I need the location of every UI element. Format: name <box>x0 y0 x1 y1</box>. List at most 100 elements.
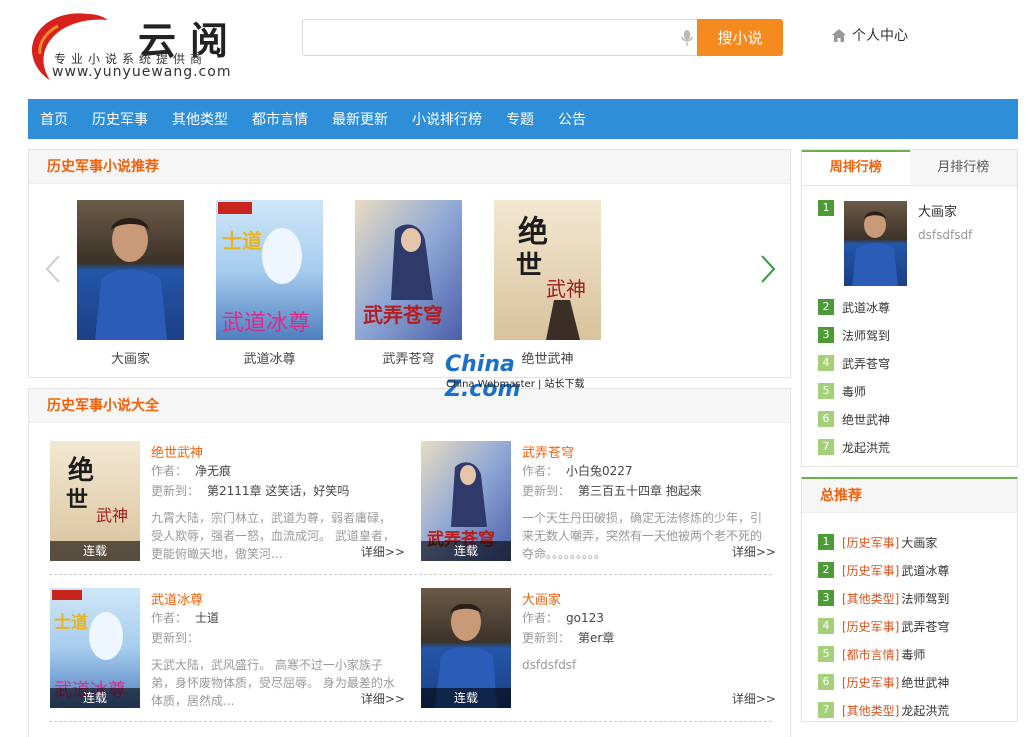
search-button[interactable]: 搜小说 <box>697 19 783 56</box>
carousel-prev-icon[interactable] <box>45 254 61 284</box>
book-author: 作者： go123 <box>522 611 604 625</box>
list-item[interactable]: 5 [都市言情] 毒师 <box>818 640 949 668</box>
list-item[interactable]: 7 [其他类型] 龙起洪荒 <box>818 696 949 724</box>
rank-title: 武弄苍穹 <box>901 619 950 634</box>
category-tag[interactable]: [历史军事] <box>842 618 899 635</box>
book-card[interactable]: 连载 大画家 作者： go123 更新到： 第er章 dsfdsfdsf 详细>> <box>421 588 776 718</box>
carousel-item-title: 大画家 <box>110 352 150 367</box>
category-tag[interactable]: [历史军事] <box>842 674 899 691</box>
rank-title: 毒师 <box>842 384 867 399</box>
carousel-next-icon[interactable] <box>760 254 776 284</box>
rank-title: 大画家 <box>901 535 938 550</box>
book-title-link[interactable]: 武道冰尊 <box>151 589 203 608</box>
book-update: 更新到： 第er章 <box>522 631 615 645</box>
book-cover-image: 绝 世 武神 <box>494 200 601 340</box>
carousel-item[interactable]: 士道 武道冰尊 武道冰尊 <box>216 200 323 367</box>
list-item[interactable]: 6 绝世武神 <box>818 405 890 433</box>
microphone-icon[interactable] <box>681 30 693 47</box>
nav-item-topics[interactable]: 专题 <box>506 109 534 129</box>
book-card[interactable]: 士道 武道冰尊 连载 武道冰尊 作者：士道 更新到： 天武大陆，武风盛行。 高寒… <box>50 588 405 718</box>
details-link[interactable]: 详细>> <box>732 543 776 560</box>
rank-number: 1 <box>818 534 834 550</box>
book-cover-image: 武弄苍穹 <box>355 200 462 340</box>
rank-number: 5 <box>818 646 834 662</box>
book-card[interactable]: 绝 世 武神 连载 绝世武神 作者： 净无痕 更新到： 第2111章 这笑话，好笑吗… <box>50 441 405 571</box>
details-link[interactable]: 详细>> <box>361 690 405 707</box>
rank-number: 2 <box>818 299 834 315</box>
nav-item-home[interactable]: 首页 <box>40 109 68 129</box>
details-link[interactable]: 详细>> <box>361 543 405 560</box>
tab-monthly[interactable]: 月排行榜 <box>909 150 1017 185</box>
book-author: 作者： 士道 <box>151 611 220 625</box>
carousel-item[interactable]: 大画家 <box>77 200 184 367</box>
category-tag[interactable]: [历史军事] <box>842 534 899 551</box>
book-update: 更新到： 第2111章 这笑话，好笑吗 <box>151 484 350 498</box>
rank-number: 3 <box>818 327 834 343</box>
nav-item-notices[interactable]: 公告 <box>558 109 586 129</box>
rank-title: 武道冰尊 <box>842 300 891 315</box>
category-tag[interactable]: [其他类型] <box>842 702 899 719</box>
nav-item-ranking[interactable]: 小说排行榜 <box>412 109 482 129</box>
nav-item-other[interactable]: 其他类型 <box>172 109 228 129</box>
user-center-link[interactable]: 个人中心 <box>832 25 908 45</box>
rank-title: 龙起洪荒 <box>901 703 950 718</box>
carousel-item-title: 武道冰尊 <box>243 352 296 367</box>
svg-text:武神: 武神 <box>96 506 128 525</box>
list-item[interactable]: 3 [其他类型] 法师驾到 <box>818 584 949 612</box>
site-logo[interactable]: 云阅 专业小说系统提供商 www.yunyuewang.com <box>28 8 268 82</box>
list-item[interactable]: 2 武道冰尊 <box>818 293 890 321</box>
svg-text:士道: 士道 <box>54 612 88 633</box>
list-item[interactable]: 1 [历史军事] 大画家 <box>818 528 949 556</box>
watermark-sub: China Webmaster | 站长下载 <box>446 379 585 390</box>
rank-title: 龙起洪荒 <box>842 440 891 455</box>
list-item[interactable]: 7 龙起洪荒 <box>818 433 890 461</box>
total-recommend-list: 1 [历史军事] 大画家 2 [历史军事] 武道冰尊 3 [其他类型] 法师驾到 4 [历史军… <box>818 528 949 724</box>
svg-text:绝: 绝 <box>518 215 548 250</box>
details-link[interactable]: 详细>> <box>732 690 776 707</box>
recommend-title: 历史军事小说推荐 <box>29 150 790 184</box>
home-icon <box>832 28 846 42</box>
list-item[interactable]: 5 毒师 <box>818 377 890 405</box>
svg-text:武神: 武神 <box>546 277 586 301</box>
status-badge: 连载 <box>421 688 511 708</box>
book-card[interactable]: 武弄苍穹 连载 武弄苍穹 作者： 小白兔0227 更新到： 第三百五十四章 抱起来 … <box>421 441 776 571</box>
tab-weekly[interactable]: 周排行榜 <box>802 150 910 185</box>
logo-url: www.yunyuewang.com <box>52 64 232 80</box>
list-item[interactable]: 4 [历史军事] 武弄苍穹 <box>818 612 949 640</box>
book-title-link[interactable]: 大画家 <box>522 589 561 608</box>
nav-item-urban[interactable]: 都市言情 <box>252 109 308 129</box>
carousel-item[interactable]: 武弄苍穹 武弄苍穹 <box>355 200 462 367</box>
rank-title: 武弄苍穹 <box>842 356 891 371</box>
nav-item-latest[interactable]: 最新更新 <box>332 109 388 129</box>
book-title-link[interactable]: 武弄苍穹 <box>522 442 574 461</box>
svg-text:武弄苍穹: 武弄苍穹 <box>363 303 443 327</box>
list-item[interactable]: 4 武弄苍穹 <box>818 349 890 377</box>
list-item[interactable]: 6 [历史军事] 绝世武神 <box>818 668 949 696</box>
svg-text:绝: 绝 <box>68 455 94 486</box>
carousel-item[interactable]: 绝 世 武神 绝世武神 <box>494 200 601 367</box>
rank-number: 3 <box>818 590 834 606</box>
rank-number: 1 <box>818 200 834 216</box>
ranking-top-title: 大画家 <box>918 205 958 220</box>
book-list-title: 历史军事小说大全 <box>29 389 790 423</box>
recommend-panel: 历史军事小说推荐 大画家 士道 武道冰尊 武道冰尊 武弄苍穹 武弄苍穹 绝 世 … <box>28 149 791 378</box>
svg-text:世: 世 <box>66 487 88 513</box>
status-badge: 连载 <box>50 541 140 561</box>
nav-item-history[interactable]: 历史军事 <box>92 109 148 129</box>
category-tag[interactable]: [历史军事] <box>842 562 899 579</box>
ranking-tabs: 周排行榜 月排行榜 <box>802 150 1017 186</box>
list-item[interactable]: 2 [历史军事] 武道冰尊 <box>818 556 949 584</box>
rank-number: 7 <box>818 439 834 455</box>
status-badge: 连载 <box>50 688 140 708</box>
search-input[interactable] <box>304 21 699 54</box>
rank-title: 法师驾到 <box>901 591 950 606</box>
divider <box>49 574 772 575</box>
category-tag[interactable]: [其他类型] <box>842 590 899 607</box>
main-nav: 首页 历史军事 其他类型 都市言情 最新更新 小说排行榜 专题 公告 <box>28 99 1018 139</box>
svg-text:武道冰尊: 武道冰尊 <box>222 311 310 336</box>
book-title-link[interactable]: 绝世武神 <box>151 442 203 461</box>
book-list-panel: 历史军事小说大全 绝 世 武神 连载 绝世武神 作者： 净无痕 更新到： 第2111… <box>28 388 791 737</box>
list-item[interactable]: 3 法师驾到 <box>818 321 890 349</box>
rank-title: 武道冰尊 <box>901 563 950 578</box>
category-tag[interactable]: [都市言情] <box>842 646 899 663</box>
